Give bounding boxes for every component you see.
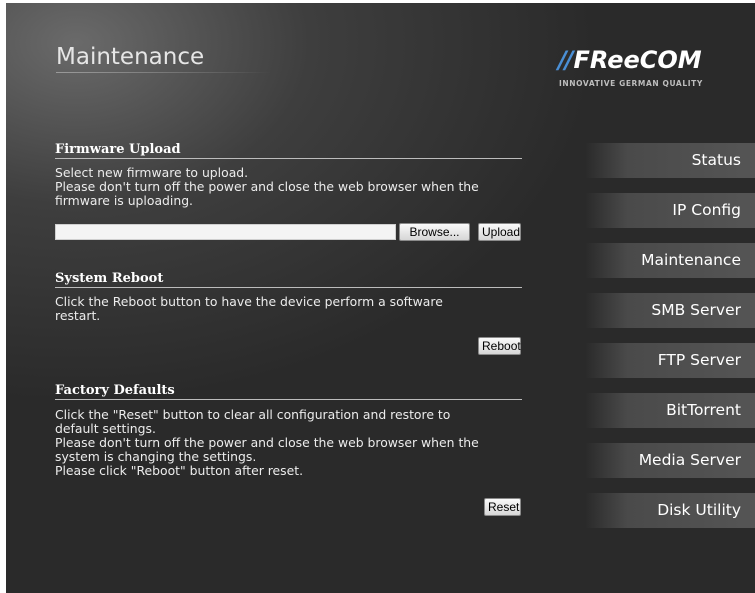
factory-text-line: Click the "Reset" button to clear all co… xyxy=(55,407,451,422)
reboot-text-line: restart. xyxy=(55,308,101,323)
logo-text: FReeCOM xyxy=(573,46,702,74)
nav-item-bittorrent[interactable]: BitTorrent xyxy=(585,393,755,428)
browse-button[interactable]: Browse... xyxy=(399,223,470,241)
reboot-button[interactable]: Reboot xyxy=(478,337,521,355)
reboot-text-line: Click the Reboot button to have the devi… xyxy=(55,294,443,309)
firmware-file-field[interactable] xyxy=(55,224,396,240)
freecom-logo: //FReeCOM xyxy=(558,46,702,74)
system-reboot-heading: System Reboot xyxy=(55,271,164,286)
firmware-text-line: Please don't turn off the power and clos… xyxy=(55,179,479,194)
firmware-upload-description: Select new firmware to upload. Please do… xyxy=(55,166,479,208)
nav-item-ip-config[interactable]: IP Config xyxy=(585,193,755,228)
logo-slashes-icon: // xyxy=(558,46,573,74)
nav-item-disk-utility[interactable]: Disk Utility xyxy=(585,493,755,528)
page-title: Maintenance xyxy=(56,44,205,70)
main-panel: Maintenance //FReeCOM INNOVATIVE GERMAN … xyxy=(6,3,755,593)
firmware-text-line: Select new firmware to upload. xyxy=(55,165,249,180)
system-reboot-divider xyxy=(55,287,522,288)
logo-tagline: INNOVATIVE GERMAN QUALITY xyxy=(559,79,703,88)
factory-defaults-heading: Factory Defaults xyxy=(55,383,175,398)
nav-item-status[interactable]: Status xyxy=(585,143,755,178)
nav-item-media-server[interactable]: Media Server xyxy=(585,443,755,478)
title-divider xyxy=(56,72,271,73)
firmware-upload-divider xyxy=(55,158,522,159)
system-reboot-description: Click the Reboot button to have the devi… xyxy=(55,295,443,323)
nav-item-smb-server[interactable]: SMB Server xyxy=(585,293,755,328)
factory-text-line: system is changing the settings. xyxy=(55,449,257,464)
factory-text-line: Please don't turn off the power and clos… xyxy=(55,435,479,450)
nav-item-maintenance[interactable]: Maintenance xyxy=(585,243,755,278)
firmware-text-line: firmware is uploading. xyxy=(55,193,193,208)
factory-text-line: Please click "Reboot" button after reset… xyxy=(55,463,304,478)
firmware-upload-heading: Firmware Upload xyxy=(55,142,181,157)
reset-button[interactable]: Reset xyxy=(484,498,521,516)
nav-item-ftp-server[interactable]: FTP Server xyxy=(585,343,755,378)
factory-text-line: default settings. xyxy=(55,421,156,436)
upload-button[interactable]: Upload xyxy=(478,223,521,241)
factory-defaults-divider xyxy=(55,399,522,400)
factory-defaults-description: Click the "Reset" button to clear all co… xyxy=(55,408,479,478)
